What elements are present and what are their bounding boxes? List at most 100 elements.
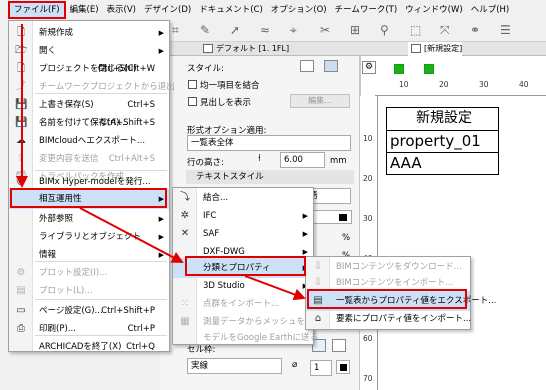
file-menu-item-label: 開く xyxy=(39,46,57,56)
view-tabs: デフォルト [1. 1FL] [新規設定] xyxy=(160,42,546,56)
wave-icon[interactable]: ≈ xyxy=(260,23,270,37)
plot-icon: ▤ xyxy=(16,285,26,296)
submenu-arrow-icon: ▶ xyxy=(302,212,308,220)
uniform-checkbox[interactable] xyxy=(188,80,197,89)
classprop-menu-item[interactable]: ⌂ 要素にプロパティ値をインポート... xyxy=(306,309,471,329)
interop-menu-item[interactable]: ⁙ 点群をインポート... xyxy=(173,294,313,314)
ruler-left: 10 20 30 40 50 60 70 xyxy=(360,96,378,390)
settings-gear-icon[interactable]: ⚙ xyxy=(362,61,376,74)
classprop-menu-item[interactable]: ▤ 一覧表からプロパティ値をエクスポート... xyxy=(306,291,496,311)
menu-design[interactable]: デザイン(D) xyxy=(140,1,195,19)
menu-options[interactable]: オプション(O) xyxy=(267,1,331,19)
file-menu-item[interactable]: ⇪ 変更内容を送信 Ctrl+Alt+S xyxy=(9,149,169,169)
file-menu-item[interactable]: ▤ プロット(L)... xyxy=(9,281,169,301)
frame-inner-icon[interactable] xyxy=(332,339,346,352)
file-menu-item[interactable]: 💾 名前を付けて保存(A)... Ctrl+Shift+S xyxy=(9,113,169,133)
select-icon[interactable]: ⬚ xyxy=(410,23,421,37)
snap-icon[interactable]: ⌖ xyxy=(290,23,297,38)
classprop-menu-item[interactable]: ⇩ BIMコンテンツをインポート... xyxy=(306,273,470,293)
classprop-menu-item-label: BIMコンテンツをインポート... xyxy=(336,278,454,288)
shortcut-label: Ctrl+S xyxy=(127,100,155,110)
menu-view[interactable]: 表示(V) xyxy=(103,1,140,19)
layout-icon xyxy=(411,44,421,53)
file-menu-item[interactable]: ▭ ページ設定(G)... Ctrl+Shift+P xyxy=(9,301,169,321)
line-width-input[interactable]: 1 xyxy=(310,360,332,376)
saf-icon: ✕ xyxy=(180,228,190,239)
percent-label: % xyxy=(342,233,351,243)
point-cloud-icon: ⁙ xyxy=(180,298,190,309)
link-icon[interactable]: ⚭ xyxy=(470,23,480,37)
label-table-row: property_01 xyxy=(387,130,498,152)
file-menu-item[interactable]: ⤴ チームワークプロジェクトから退出 xyxy=(9,77,175,97)
plot-settings-icon: ⚙ xyxy=(16,267,26,278)
line-color-select[interactable] xyxy=(336,360,350,374)
file-menu-item[interactable]: 相互運用性 ▶ xyxy=(9,189,169,209)
show-heading-checkbox[interactable] xyxy=(188,97,197,106)
interop-menu-item[interactable]: 3D Studio▶ xyxy=(173,276,313,296)
file-menu-item[interactable]: 🗋 新規作成 ▶ xyxy=(9,23,169,43)
style-grid-icon[interactable] xyxy=(324,60,338,72)
menu-window[interactable]: ウィンドウ(W) xyxy=(401,1,467,19)
file-menu: 🗋 新規作成 ▶ 🗁 開く ▶ 🗋 プロジェクトを閉じる(C) Ctrl+Shift+W ⤴ チーム… xyxy=(8,20,175,352)
cut-icon[interactable]: ✂ xyxy=(320,23,330,37)
ruler-top: 10 20 30 40 xyxy=(375,78,546,96)
file-menu-item[interactable]: 💾 上書き保存(S) Ctrl+S xyxy=(9,95,169,115)
floorplan-icon xyxy=(203,44,213,53)
classification-submenu: ⇩ BIMコンテンツをダウンロード... ⇩ BIMコンテンツをインポート... ▤ 一覧… xyxy=(305,256,496,330)
ruler-left-label: 60 xyxy=(363,334,373,343)
file-menu-item[interactable]: ⎙ 印刷(P)... Ctrl+P xyxy=(9,319,169,339)
menu-edit[interactable]: 編集(E) xyxy=(66,1,103,19)
transform-icon[interactable]: ⤧ xyxy=(440,23,450,38)
show-heading-label: 見出しを表示 xyxy=(200,98,252,108)
interop-menu-item[interactable]: 分類とプロパティ▶ xyxy=(173,258,313,278)
green-handle-icon-2[interactable] xyxy=(424,64,434,74)
page-setup-icon: ▭ xyxy=(16,305,26,316)
file-menu-item[interactable]: 🗋 プロジェクトを閉じる(C) Ctrl+Shift+W xyxy=(9,59,169,79)
interop-menu-item[interactable]: モデルをGoogle Earthに送る xyxy=(173,328,318,348)
file-menu-item[interactable]: 情報 ▶ xyxy=(9,245,169,265)
zoom-icon[interactable]: ⚲ xyxy=(380,23,389,37)
ruler-left-label: 30 xyxy=(363,214,373,223)
tab-layout[interactable]: [新規設定] xyxy=(408,42,463,56)
tab-floor-plan[interactable]: デフォルト [1. 1FL] xyxy=(200,42,289,56)
file-menu-item-label: ページ設定(G)... xyxy=(39,306,103,316)
label-table-header: 新規設定 xyxy=(416,110,472,126)
interop-menu-item[interactable]: ✲ IFC ▶ xyxy=(173,206,313,226)
interop-menu-item[interactable]: ⤵ 結合... xyxy=(173,188,313,208)
file-menu-item[interactable]: ライブラリとオブジェクト ▶ xyxy=(9,227,169,247)
layer-icon[interactable]: ☰ xyxy=(500,23,511,37)
green-handle-icon[interactable] xyxy=(394,64,404,74)
measure-icon[interactable]: ⊞ xyxy=(350,23,360,37)
ruler-top-label: 40 xyxy=(519,80,529,89)
save-icon: 💾 xyxy=(15,99,28,110)
edit-button[interactable]: 編集... xyxy=(290,94,350,108)
grid-icon[interactable]: ⌗ xyxy=(172,23,179,38)
menu-help[interactable]: ヘルプ(H) xyxy=(467,1,514,19)
row-height-input[interactable]: 6.00 xyxy=(280,152,325,168)
text-style-section[interactable]: テキストスタイル xyxy=(186,170,354,184)
style-table-icon[interactable] xyxy=(300,60,314,72)
color-select[interactable] xyxy=(308,210,352,224)
label-table[interactable]: 新規設定 property_01 AAA xyxy=(386,107,499,175)
file-menu-item[interactable]: ⚙ プロット設定(I)... xyxy=(9,263,169,283)
menu-separator xyxy=(35,261,167,262)
file-menu-item-label: BIMcloudへエクスポート... xyxy=(39,136,146,146)
tab-floor-label: デフォルト [1. 1FL] xyxy=(216,44,290,53)
interop-menu-item[interactable]: ✕ SAF ▶ xyxy=(173,224,313,244)
line-type-select[interactable]: 実線 xyxy=(187,358,282,374)
menu-teamwork[interactable]: チームワーク(T) xyxy=(331,1,402,19)
pen-width-icon: ⌀ xyxy=(292,360,298,370)
file-menu-item[interactable]: ☁ BIMcloudへエクスポート... xyxy=(9,131,169,151)
format-select[interactable]: 一覧表全体 xyxy=(187,135,351,151)
file-menu-item[interactable]: 🗁 開く ▶ xyxy=(9,41,169,61)
file-menu-item[interactable]: 外部参照 ▶ xyxy=(9,209,169,229)
arrow-icon[interactable]: ➚ xyxy=(230,23,240,37)
submenu-arrow-icon: ▶ xyxy=(158,195,164,203)
interop-menu-item-label: 3D Studio xyxy=(203,281,245,291)
file-menu-item[interactable]: ARCHICADを終了(X) Ctrl+Q xyxy=(9,337,169,357)
menu-document[interactable]: ドキュメント(C) xyxy=(195,1,267,19)
pen-icon[interactable]: ✎ xyxy=(200,23,210,37)
submenu-arrow-icon: ▶ xyxy=(158,47,164,55)
menu-file[interactable]: ファイル(F) xyxy=(8,1,66,19)
line-color-swatch xyxy=(340,364,347,371)
